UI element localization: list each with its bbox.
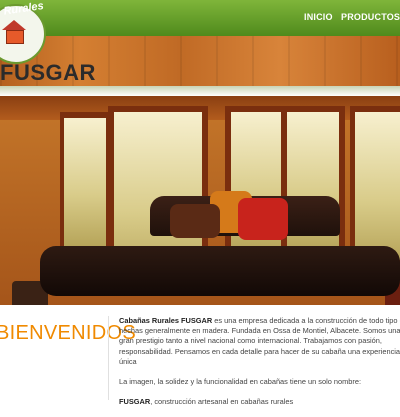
house-roof-icon <box>2 20 26 30</box>
tagline-paragraph: La imagen, la solidez y la funcionalidad… <box>119 377 361 387</box>
pillow-red <box>238 198 288 240</box>
logo-wordmark: FUSGAR <box>0 60 96 85</box>
house-icon <box>6 30 24 44</box>
closing-body: , construcción artesanal en cabañas rura… <box>150 397 294 407</box>
nav-productos-link[interactable]: PRODUCTOS <box>341 12 400 22</box>
welcome-heading: BIENVENIDOS <box>0 322 136 344</box>
sofa-seat <box>40 246 400 296</box>
section-divider <box>108 316 109 400</box>
top-navigation-bar: INICIO PRODUCTOS <box>0 0 400 36</box>
window-pane-left <box>64 118 106 246</box>
site-logo[interactable]: Rurales FUSGAR <box>0 0 95 88</box>
intro-company-name: Cabañas Rurales FUSGAR <box>119 316 213 325</box>
window-pane-right <box>355 112 400 260</box>
closing-paragraph: FUSGAR, construcción artesanal en cabaña… <box>119 397 400 407</box>
pillow-dark <box>170 204 220 238</box>
hero-living-room-photo <box>0 96 400 305</box>
intro-paragraph: Cabañas Rurales FUSGAR es una empresa de… <box>119 316 400 367</box>
closing-brand: FUSGAR <box>119 397 151 407</box>
welcome-text: Cabañas Rurales FUSGAR es una empresa de… <box>119 316 400 417</box>
header-shadow <box>0 86 400 96</box>
nav-inicio-link[interactable]: INICIO <box>304 12 333 22</box>
